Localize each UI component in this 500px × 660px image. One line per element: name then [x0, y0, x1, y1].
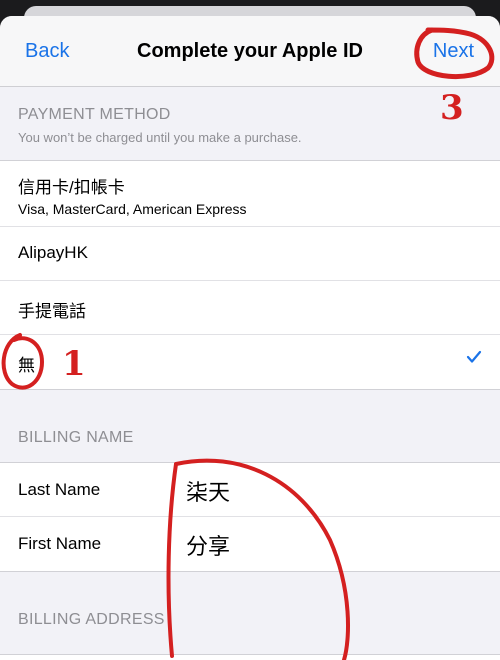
payment-option-sublabel: Visa, MasterCard, American Express — [18, 201, 247, 217]
annotation-step-1: 1 — [62, 344, 86, 384]
last-name-label: Last Name — [18, 480, 101, 499]
payment-option-mobile[interactable]: 手提電話 — [0, 281, 500, 335]
next-button[interactable]: Next — [433, 40, 474, 63]
page-title: Complete your Apple ID — [137, 40, 363, 62]
billing-address-header: BILLING ADDRESS — [18, 611, 165, 628]
payment-option-card[interactable]: 信用卡/扣帳卡 Visa, MasterCard, American Expre… — [0, 161, 500, 227]
payment-option-label: AlipayHK — [18, 243, 88, 262]
billing-name-form: Last Name 柒天 First Name 分享 — [0, 462, 500, 572]
payment-method-header: PAYMENT METHOD — [18, 106, 171, 123]
payment-option-label: 信用卡/扣帳卡 — [18, 178, 125, 197]
first-name-label: First Name — [18, 534, 102, 553]
first-name-row[interactable]: First Name 分享 — [0, 517, 500, 571]
billing-name-header: BILLING NAME — [18, 429, 134, 446]
screen: Back Complete your Apple ID Next PAYMENT… — [0, 0, 500, 660]
modal-sheet: Back Complete your Apple ID Next PAYMENT… — [0, 16, 500, 660]
payment-method-subheader: You won’t be charged until you make a pu… — [18, 130, 302, 145]
payment-option-label: 無 — [18, 356, 35, 375]
navigation-bar: Back Complete your Apple ID Next — [0, 16, 500, 87]
first-name-field[interactable]: 分享 — [186, 529, 230, 561]
billing-address-form — [0, 654, 500, 660]
payment-option-label: 手提電話 — [18, 302, 86, 321]
last-name-row[interactable]: Last Name 柒天 — [0, 463, 500, 517]
last-name-field[interactable]: 柒天 — [186, 475, 230, 507]
payment-option-alipayhk[interactable]: AlipayHK — [0, 227, 500, 281]
checkmark-icon — [466, 350, 482, 369]
annotation-step-3: 3 — [440, 88, 464, 128]
